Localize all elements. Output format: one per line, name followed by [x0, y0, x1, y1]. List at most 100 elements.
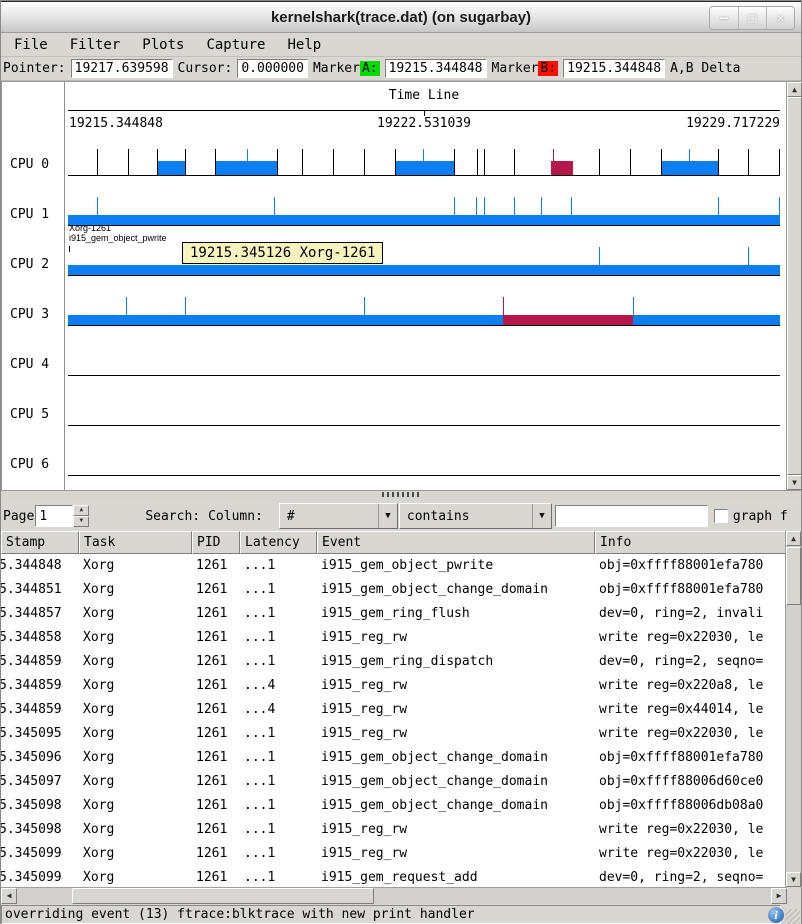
table-row[interactable]: 5.345097Xorg1261...1i915_gem_object_chan…: [1, 770, 787, 794]
minimize-button[interactable]: –: [710, 7, 738, 29]
close-button[interactable]: ✕: [766, 7, 794, 29]
cpu-label: CPU 2: [10, 257, 62, 272]
table-vertical-scrollbar[interactable]: ▲ ▼: [785, 531, 801, 887]
table-cell: i915_gem_object_change_domain: [317, 770, 595, 794]
column-header-event[interactable]: Event: [317, 531, 595, 554]
table-cell: 1261: [192, 602, 240, 626]
table-cell: 5.344848: [1, 554, 79, 578]
table-row[interactable]: 5.344859Xorg1261...4i915_reg_rwwrite reg…: [1, 698, 787, 722]
table-cell: obj=0xffff88006d60ce0: [595, 770, 787, 794]
page-spinbox[interactable]: ▲ ▼: [35, 505, 89, 527]
table-cell: 1261: [192, 698, 240, 722]
menu-item-file[interactable]: File: [5, 35, 57, 55]
table-scroll-thumb[interactable]: [786, 547, 801, 605]
scroll-right-button[interactable]: ▶: [771, 888, 787, 904]
match-select[interactable]: contains ▼: [399, 503, 552, 529]
cpu-label: CPU 3: [10, 307, 62, 322]
graph-scroll-thumb[interactable]: [787, 97, 802, 475]
table-cell: ...1: [240, 818, 317, 842]
table-cell: dev=0, ring=2, invali: [595, 602, 787, 626]
pane-splitter-handle[interactable]: [382, 492, 422, 497]
chevron-down-icon: ▼: [378, 504, 397, 528]
table-row[interactable]: 5.344858Xorg1261...1i915_reg_rwwrite reg…: [1, 626, 787, 650]
cursor-value: 0.000000: [237, 59, 308, 78]
horizontal-scroll-thumb[interactable]: [72, 888, 374, 904]
graph-follows-label: graph f: [733, 509, 788, 524]
event-tick: [661, 149, 662, 175]
table-cell: i915_gem_object_change_domain: [317, 578, 595, 602]
scroll-up-icon: ▲: [791, 534, 796, 543]
table-row[interactable]: 5.345099Xorg1261...1i915_gem_request_add…: [1, 866, 787, 887]
timeline-graph[interactable]: Time Line 19215.344848 19222.531039 1922…: [1, 81, 802, 491]
kernelshark-window: kernelshark(trace.dat) (on sugarbay) – □…: [0, 0, 802, 924]
page-input[interactable]: [35, 505, 73, 527]
table-cell: obj=0xffff88006db08a0: [595, 794, 787, 818]
event-bar: [503, 315, 633, 325]
table-scroll-up-button[interactable]: ▲: [786, 531, 801, 546]
table-cell: Xorg: [79, 722, 192, 746]
table-row[interactable]: 5.344859Xorg1261...1i915_gem_ring_dispat…: [1, 650, 787, 674]
table-cell: 1261: [192, 842, 240, 866]
table-row[interactable]: 5.345099Xorg1261...1i915_reg_rwwrite reg…: [1, 842, 787, 866]
table-cell: Xorg: [79, 674, 192, 698]
event-tick: [477, 149, 478, 175]
menu-item-plots[interactable]: Plots: [133, 35, 193, 55]
table-cell: 5.345098: [1, 818, 79, 842]
table-scroll-down-button[interactable]: ▼: [786, 872, 801, 887]
table-cell: 5.344859: [1, 650, 79, 674]
table-row[interactable]: 5.344857Xorg1261...1i915_gem_ring_flushd…: [1, 602, 787, 626]
column-header-stamp[interactable]: Stamp: [1, 531, 79, 554]
table-cell: ...1: [240, 626, 317, 650]
table-row[interactable]: 5.345098Xorg1261...1i915_gem_object_chan…: [1, 794, 787, 818]
graph-scroll-down-button[interactable]: ▼: [787, 475, 802, 490]
scroll-up-icon: ▲: [792, 85, 797, 94]
table-cell: write reg=0x22030, le: [595, 842, 787, 866]
table-row[interactable]: 5.344848Xorg1261...1i915_gem_object_pwri…: [1, 554, 787, 578]
menu-item-help[interactable]: Help: [278, 35, 330, 55]
table-cell: i915_gem_request_add: [317, 866, 595, 887]
table-cell: 5.344851: [1, 578, 79, 602]
event-tick: [718, 197, 719, 217]
table-cell: i915_gem_object_change_domain: [317, 746, 595, 770]
marker-a-badge[interactable]: A:: [360, 61, 380, 76]
table-row[interactable]: 5.344859Xorg1261...4i915_reg_rwwrite reg…: [1, 674, 787, 698]
graph-scroll-up-button[interactable]: ▲: [787, 82, 802, 97]
maximize-button[interactable]: □: [738, 7, 766, 29]
column-header-info[interactable]: Info: [595, 531, 787, 554]
page-spin-up-button[interactable]: ▲: [73, 505, 89, 516]
spin-up-icon: ▲: [80, 506, 84, 513]
maximize-icon: □: [749, 11, 757, 26]
column-select[interactable]: # ▼: [279, 503, 398, 529]
table-horizontal-scrollbar[interactable]: ◀ ▶: [1, 887, 787, 904]
pointer-label: Pointer:: [3, 61, 66, 76]
column-header-latency[interactable]: Latency: [240, 531, 317, 554]
table-cell: i915_reg_rw: [317, 818, 595, 842]
timestamp-right: 19229.717229: [68, 116, 780, 131]
marker-b-badge[interactable]: B:: [538, 61, 558, 76]
table-row[interactable]: 5.345095Xorg1261...1i915_reg_rwwrite reg…: [1, 722, 787, 746]
table-cell: write reg=0x44014, le: [595, 698, 787, 722]
resize-grip[interactable]: [785, 909, 800, 924]
table-row[interactable]: 5.344851Xorg1261...1i915_gem_object_chan…: [1, 578, 787, 602]
table-cell: i915_reg_rw: [317, 674, 595, 698]
info-icon[interactable]: i: [768, 907, 784, 923]
search-input[interactable]: [555, 505, 708, 527]
title-bar[interactable]: kernelshark(trace.dat) (on sugarbay) – □…: [1, 1, 801, 33]
table-cell: 5.344859: [1, 674, 79, 698]
table-row[interactable]: 5.345098Xorg1261...1i915_reg_rwwrite reg…: [1, 818, 787, 842]
table-row[interactable]: 5.345096Xorg1261...1i915_gem_object_chan…: [1, 746, 787, 770]
scroll-left-button[interactable]: ◀: [1, 888, 17, 904]
page-spin-down-button[interactable]: ▼: [73, 516, 89, 527]
table-cell: ...1: [240, 650, 317, 674]
event-tick: [503, 297, 504, 317]
menu-item-capture[interactable]: Capture: [197, 35, 274, 55]
table-cell: 1261: [192, 626, 240, 650]
column-header-task[interactable]: Task: [79, 531, 192, 554]
graph-follows-checkbox[interactable]: [714, 509, 728, 523]
graph-vertical-scrollbar[interactable]: ▲ ▼: [786, 82, 802, 490]
event-tick: [274, 197, 275, 217]
event-tick: [484, 197, 485, 217]
marker-a-value: 19215.344848: [385, 59, 487, 78]
menu-item-filter[interactable]: Filter: [61, 35, 130, 55]
column-header-pid[interactable]: PID: [192, 531, 240, 554]
